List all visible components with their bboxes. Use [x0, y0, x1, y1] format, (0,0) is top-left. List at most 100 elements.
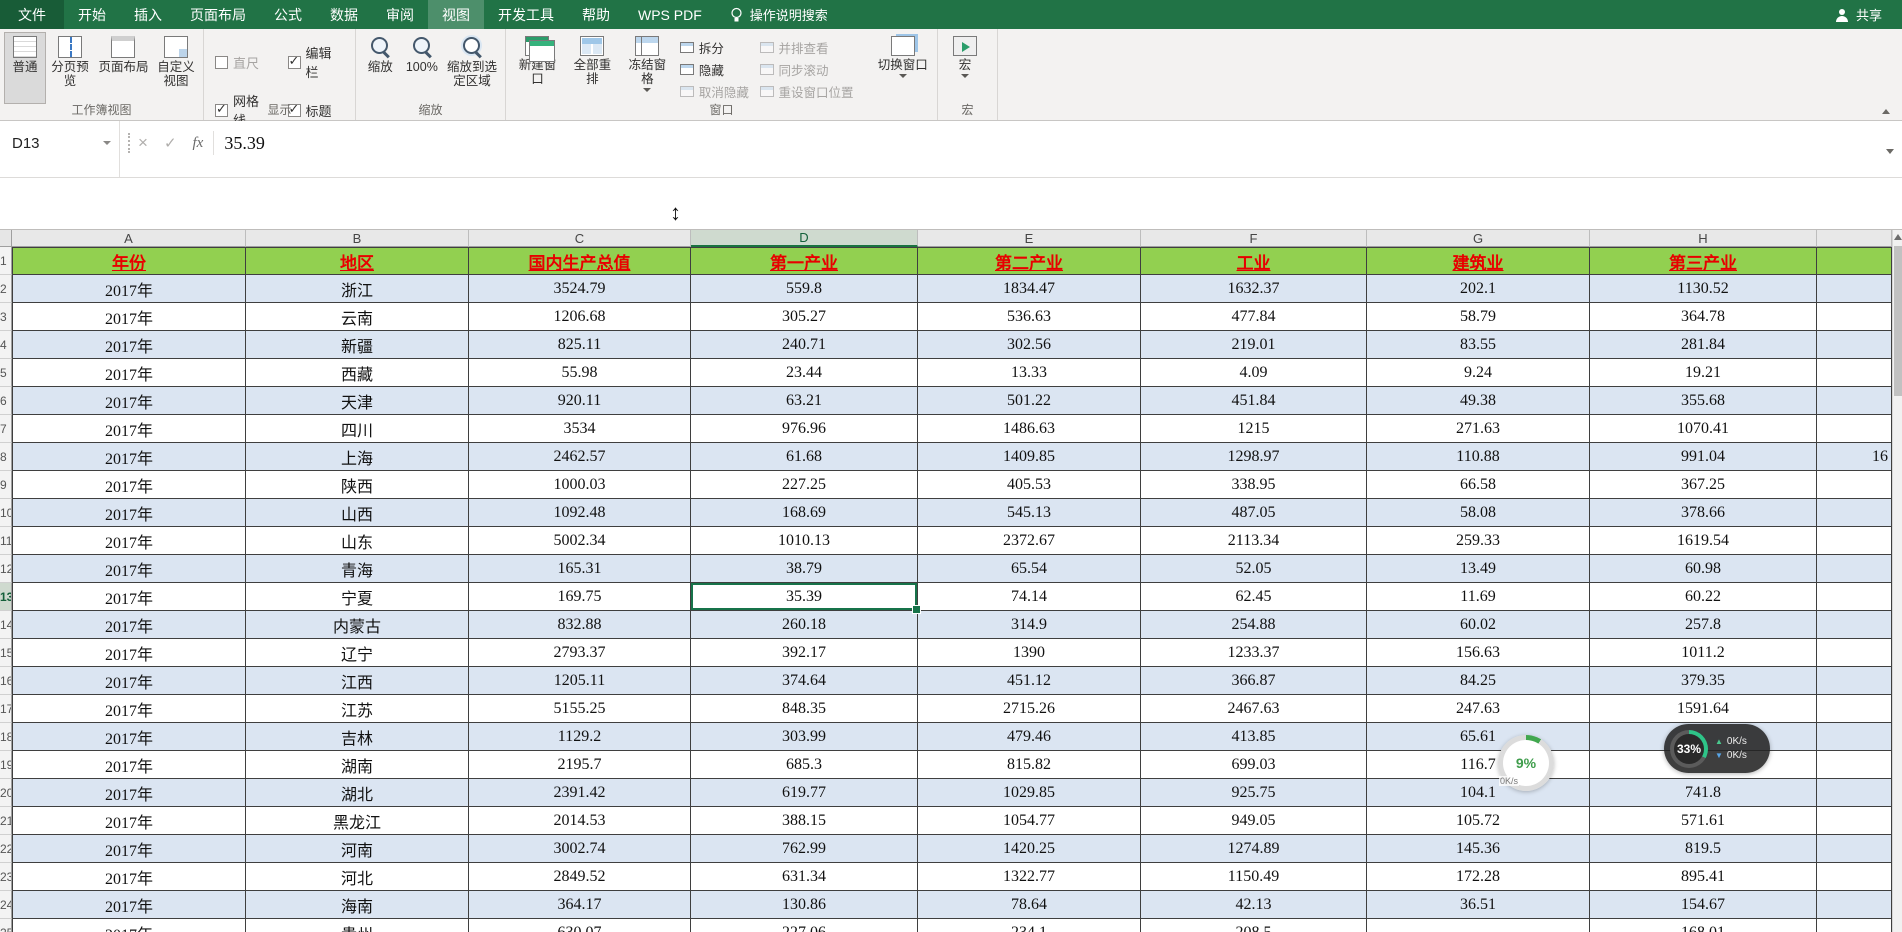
cell[interactable]: 云南: [246, 303, 469, 331]
cell[interactable]: 9.24: [1367, 359, 1590, 387]
header-cell[interactable]: 年份: [12, 247, 246, 275]
cell[interactable]: 1054.77: [918, 807, 1141, 835]
cell[interactable]: 165.31: [469, 555, 691, 583]
cell[interactable]: 1129.2: [469, 723, 691, 751]
select-all-corner[interactable]: [0, 230, 12, 247]
cell[interactable]: 58.08: [1367, 499, 1590, 527]
cell[interactable]: 36.51: [1367, 891, 1590, 919]
tell-me-search[interactable]: 操作说明搜索: [730, 0, 828, 29]
menu-tab[interactable]: 开始: [64, 0, 120, 29]
menu-tab[interactable]: 帮助: [568, 0, 624, 29]
cell[interactable]: 619.77: [691, 779, 918, 807]
row-header[interactable]: 5: [0, 359, 12, 387]
cell[interactable]: [1817, 275, 1892, 303]
cell[interactable]: 260.18: [691, 611, 918, 639]
cell[interactable]: 2017年: [12, 527, 246, 555]
cell[interactable]: 815.82: [918, 751, 1141, 779]
cell[interactable]: 2017年: [12, 555, 246, 583]
cell[interactable]: 1070.41: [1590, 415, 1817, 443]
cell[interactable]: 38.79: [691, 555, 918, 583]
cell[interactable]: 487.05: [1141, 499, 1367, 527]
cell[interactable]: 848.35: [691, 695, 918, 723]
cell[interactable]: 1000.03: [469, 471, 691, 499]
cell[interactable]: 65.61: [1367, 723, 1590, 751]
cell[interactable]: 四川: [246, 415, 469, 443]
cell[interactable]: 254.88: [1141, 611, 1367, 639]
cell[interactable]: [1367, 919, 1590, 932]
cell[interactable]: 2017年: [12, 891, 246, 919]
cell[interactable]: [1817, 415, 1892, 443]
row-header[interactable]: 19: [0, 751, 12, 779]
cell[interactable]: 2017年: [12, 863, 246, 891]
cell[interactable]: 1322.77: [918, 863, 1141, 891]
cell[interactable]: 2017年: [12, 471, 246, 499]
cell[interactable]: [1817, 527, 1892, 555]
row-header[interactable]: 12: [0, 555, 12, 583]
column-header[interactable]: B: [246, 230, 469, 247]
cell[interactable]: 501.22: [918, 387, 1141, 415]
row-header[interactable]: 11: [0, 527, 12, 555]
cell[interactable]: [1817, 359, 1892, 387]
cell[interactable]: 259.33: [1367, 527, 1590, 555]
cell[interactable]: 河北: [246, 863, 469, 891]
cell[interactable]: 1420.25: [918, 835, 1141, 863]
cell[interactable]: 内蒙古: [246, 611, 469, 639]
row-header[interactable]: 16: [0, 667, 12, 695]
cell[interactable]: 52.05: [1141, 555, 1367, 583]
cell[interactable]: 2017年: [12, 751, 246, 779]
cell[interactable]: 19.21: [1590, 359, 1817, 387]
cell[interactable]: [1817, 471, 1892, 499]
zoom-100-button[interactable]: 100%: [402, 33, 443, 103]
name-box-dropdown-icon[interactable]: [103, 141, 111, 145]
cell[interactable]: 991.04: [1590, 443, 1817, 471]
formula-bar-expand-icon[interactable]: [1886, 149, 1894, 154]
cell[interactable]: 405.53: [918, 471, 1141, 499]
cell[interactable]: 2849.52: [469, 863, 691, 891]
cell[interactable]: 2017年: [12, 387, 246, 415]
row-header[interactable]: 15: [0, 639, 12, 667]
column-header[interactable]: [1817, 230, 1892, 247]
row-header[interactable]: 3: [0, 303, 12, 331]
macros-button[interactable]: 宏: [943, 33, 987, 103]
cell[interactable]: 63.21: [691, 387, 918, 415]
cell[interactable]: 65.54: [918, 555, 1141, 583]
cell[interactable]: 60.98: [1590, 555, 1817, 583]
header-cell[interactable]: [1817, 247, 1892, 275]
cell[interactable]: 2462.57: [469, 443, 691, 471]
row-header[interactable]: 24: [0, 891, 12, 919]
column-header[interactable]: C: [469, 230, 691, 247]
hide-button[interactable]: 隐藏: [679, 60, 750, 78]
row-header[interactable]: 2: [0, 275, 12, 303]
cell[interactable]: 2017年: [12, 639, 246, 667]
row-header[interactable]: 7: [0, 415, 12, 443]
cell[interactable]: 23.44: [691, 359, 918, 387]
cell[interactable]: 367.25: [1590, 471, 1817, 499]
cell[interactable]: 4.09: [1141, 359, 1367, 387]
normal-view-button[interactable]: 普通: [3, 32, 47, 104]
cell[interactable]: 302.56: [918, 331, 1141, 359]
cell[interactable]: [1817, 303, 1892, 331]
row-header[interactable]: 8: [0, 443, 12, 471]
zoom-button[interactable]: 缩放: [361, 33, 400, 103]
formula-bar-extra-area[interactable]: [0, 178, 1902, 230]
cell[interactable]: 451.84: [1141, 387, 1367, 415]
insert-function-icon[interactable]: [193, 134, 204, 152]
cell[interactable]: 11.69: [1367, 583, 1590, 611]
cell[interactable]: 1390: [918, 639, 1141, 667]
cell[interactable]: 78.64: [918, 891, 1141, 919]
cell[interactable]: 685.3: [691, 751, 918, 779]
cell[interactable]: 2017年: [12, 331, 246, 359]
cell[interactable]: 2017年: [12, 611, 246, 639]
cell[interactable]: 河南: [246, 835, 469, 863]
formula-input[interactable]: 35.39: [224, 133, 265, 166]
cell[interactable]: [1817, 499, 1892, 527]
cell[interactable]: 2017年: [12, 667, 246, 695]
cell[interactable]: 61.68: [691, 443, 918, 471]
cell[interactable]: 84.25: [1367, 667, 1590, 695]
cell[interactable]: 湖南: [246, 751, 469, 779]
cell[interactable]: 413.85: [1141, 723, 1367, 751]
cell[interactable]: 2017年: [12, 443, 246, 471]
reset-window-position-button[interactable]: 重设窗口位置: [759, 82, 858, 100]
cell[interactable]: [1817, 891, 1892, 919]
cell[interactable]: 42.13: [1141, 891, 1367, 919]
